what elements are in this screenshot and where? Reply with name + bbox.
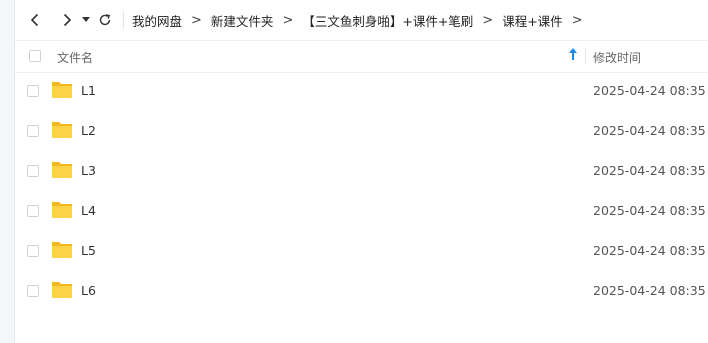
row-checkbox[interactable] (27, 205, 39, 217)
file-name[interactable]: L5 (81, 243, 96, 258)
table-row[interactable]: L1 2025-04-24 08:35 (15, 71, 708, 111)
row-checkbox[interactable] (27, 285, 39, 297)
folder-icon (52, 162, 72, 178)
table-row[interactable]: L4 2025-04-24 08:35 (15, 191, 708, 231)
row-checkbox[interactable] (27, 85, 39, 97)
breadcrumb-separator: > (191, 12, 202, 28)
file-name[interactable]: L6 (81, 283, 96, 298)
modified-time: 2025-04-24 08:35 (593, 83, 706, 98)
table-row[interactable]: L2 2025-04-24 08:35 (15, 111, 708, 151)
toolbar: 我的网盘 > 新建文件夹 > 【三文鱼刺身啪】+课件+笔刷 > 课程+课件 > (15, 0, 708, 40)
chevron-right-icon (63, 13, 72, 27)
forward-button[interactable] (55, 8, 79, 32)
breadcrumb-separator: > (482, 12, 494, 28)
folder-icon (52, 242, 72, 258)
folder-icon (52, 282, 72, 298)
folder-icon (52, 202, 72, 218)
row-checkbox[interactable] (27, 245, 39, 257)
file-name[interactable]: L4 (81, 203, 96, 218)
breadcrumb-separator: > (571, 12, 583, 28)
history-dropdown-button[interactable] (79, 8, 93, 32)
breadcrumb-item[interactable]: 我的网盘 (132, 11, 182, 30)
modified-time: 2025-04-24 08:35 (593, 203, 706, 218)
time-column-header[interactable]: 修改时间 (593, 49, 641, 66)
name-column-header[interactable]: 文件名 (57, 49, 93, 66)
chevron-left-icon (30, 13, 39, 27)
refresh-icon (99, 14, 111, 26)
file-name[interactable]: L1 (81, 83, 96, 98)
toolbar-divider (123, 11, 124, 29)
modified-time: 2025-04-24 08:35 (593, 283, 706, 298)
breadcrumb-item[interactable]: 新建文件夹 (211, 11, 274, 30)
modified-time: 2025-04-24 08:35 (593, 163, 706, 178)
table-row[interactable]: L3 2025-04-24 08:35 (15, 151, 708, 191)
column-divider[interactable] (585, 47, 586, 65)
back-button[interactable] (23, 8, 47, 32)
modified-time: 2025-04-24 08:35 (593, 243, 706, 258)
select-all-checkbox[interactable] (29, 50, 41, 62)
folder-icon (52, 82, 72, 98)
file-name[interactable]: L3 (81, 163, 96, 178)
modified-time: 2025-04-24 08:35 (593, 123, 706, 138)
row-checkbox[interactable] (27, 125, 39, 137)
table-row[interactable]: L6 2025-04-24 08:35 (15, 271, 708, 311)
folder-icon (52, 122, 72, 138)
breadcrumb-item[interactable]: 【三文鱼刺身啪】+课件+笔刷 (302, 11, 473, 30)
breadcrumb-separator: > (282, 12, 294, 28)
refresh-button[interactable] (93, 8, 117, 32)
sort-up-arrow-icon[interactable] (569, 48, 577, 63)
table-header: 文件名 修改时间 (15, 40, 708, 73)
file-name[interactable]: L2 (81, 123, 96, 138)
caret-down-icon (82, 17, 90, 22)
breadcrumb-item[interactable]: 课程+课件 (502, 11, 562, 30)
row-checkbox[interactable] (27, 165, 39, 177)
table-row[interactable]: L5 2025-04-24 08:35 (15, 231, 708, 271)
left-rail (0, 0, 15, 343)
